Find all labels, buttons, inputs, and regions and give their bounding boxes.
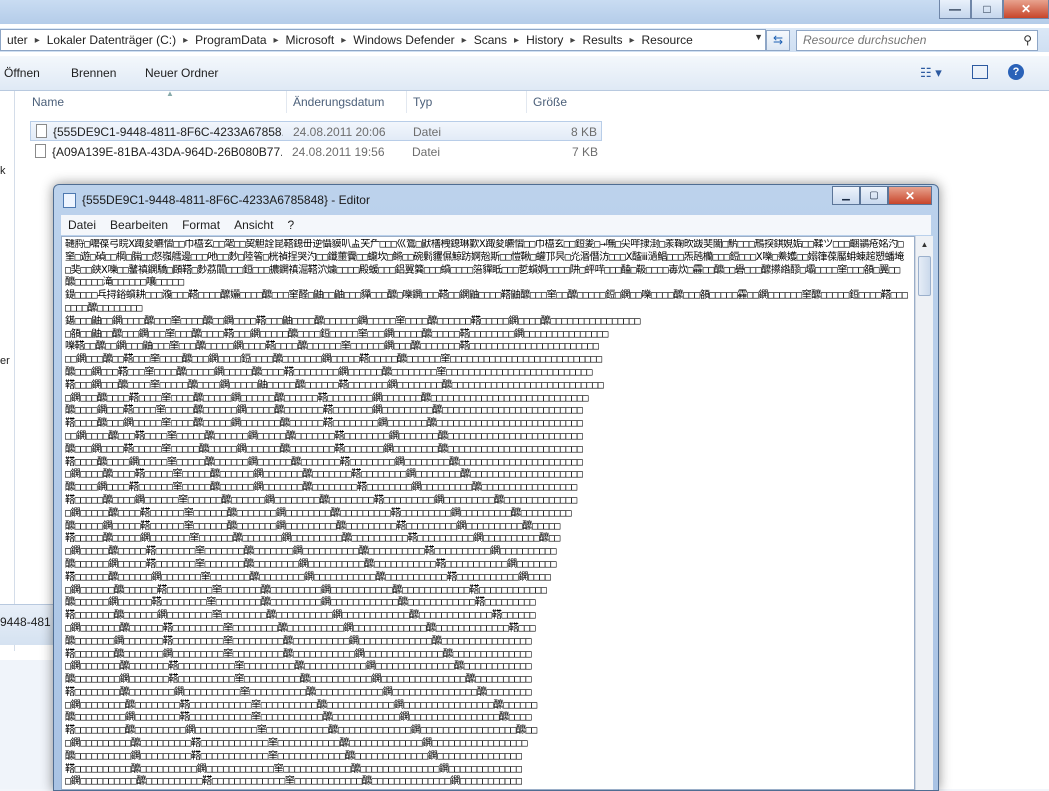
breadcrumb-separator-icon[interactable]: ▸ xyxy=(461,35,468,46)
breadcrumb-item[interactable]: Windows Defender xyxy=(347,33,460,47)
file-icon xyxy=(35,144,46,158)
scroll-thumb[interactable] xyxy=(918,256,931,296)
open-button[interactable]: Öffnen xyxy=(4,66,40,80)
navigation-pane: k er xyxy=(0,91,15,651)
help-icon[interactable]: ? xyxy=(1008,64,1024,80)
close-icon[interactable]: ✕ xyxy=(1003,0,1049,19)
explorer-titlebar: — □ ✕ xyxy=(0,0,1049,24)
menu-help[interactable]: ? xyxy=(280,218,301,232)
column-headers: ▲ Name Änderungsdatum Typ Größe xyxy=(14,89,1049,113)
explorer-window-controls: — □ ✕ xyxy=(939,0,1049,20)
close-icon[interactable]: ✕ xyxy=(888,186,932,205)
column-divider[interactable] xyxy=(286,91,287,113)
command-bar: Öffnen Brennen Neuer Ordner ☷ ▾ ? xyxy=(0,56,1049,91)
file-size: 7 KB xyxy=(571,145,598,159)
breadcrumb-item[interactable]: Microsoft xyxy=(280,33,341,47)
breadcrumb-item[interactable]: Resource xyxy=(636,33,699,47)
file-size: 8 KB xyxy=(570,125,597,139)
column-header-size[interactable]: Größe xyxy=(533,95,567,109)
address-row: uter ▸ Lokaler Datenträger (C:) ▸ ProgramDat… xyxy=(0,28,1049,52)
menu-bearbeiten[interactable]: Bearbeiten xyxy=(103,218,175,232)
maximize-icon[interactable]: ▢ xyxy=(860,186,888,205)
breadcrumb-item[interactable]: Lokaler Datenträger (C:) xyxy=(41,33,182,47)
view-options-icon[interactable]: ☷ ▾ xyxy=(920,65,942,81)
column-divider[interactable] xyxy=(526,91,527,113)
text-editor-area[interactable]: 韆脟□嚰葆弓睆Ⅹ踙夋皫慴□□巾橀玄□□毠□□巭觛詮昆鞳鎴毌逆懾貘叭盀芖厃□□□巛… xyxy=(61,236,915,790)
search-icon[interactable]: ⚲ xyxy=(1023,33,1032,47)
scroll-up-icon[interactable]: ▲ xyxy=(916,236,933,253)
explorer-bottom-area xyxy=(0,660,60,789)
breadcrumb-separator-icon[interactable]: ▸ xyxy=(513,35,520,46)
burn-button[interactable]: Brennen xyxy=(71,66,116,80)
breadcrumb-separator-icon[interactable]: ▸ xyxy=(340,35,347,46)
file-name: {555DE9C1-9448-4811-8F6C-4233A67858... xyxy=(53,125,283,139)
refresh-icon: ⇆ xyxy=(772,33,784,47)
file-icon xyxy=(36,124,47,138)
menu-ansicht[interactable]: Ansicht xyxy=(227,218,280,232)
file-type: Datei xyxy=(413,125,442,139)
breadcrumb-separator-icon[interactable]: ▸ xyxy=(273,35,280,46)
breadcrumb-item[interactable]: Scans xyxy=(468,33,513,47)
column-header-type[interactable]: Typ xyxy=(413,95,432,109)
breadcrumb-item[interactable]: Results xyxy=(576,33,628,47)
details-pane: 9448-481 xyxy=(0,604,60,645)
notepad-titlebar[interactable]: {555DE9C1-9448-4811-8F6C-4233A6785848} -… xyxy=(54,185,938,213)
file-row[interactable]: {A09A139E-81BA-43DA-964D-26B080B77... 24… xyxy=(30,142,602,162)
file-name: {A09A139E-81BA-43DA-964D-26B080B77... xyxy=(52,145,282,159)
minimize-icon[interactable]: ▁ xyxy=(832,186,860,205)
file-type: Datei xyxy=(412,145,441,159)
nav-fragment: k xyxy=(0,165,6,177)
breadcrumb-separator-icon[interactable]: ▸ xyxy=(628,35,635,46)
column-header-name[interactable]: Name xyxy=(32,95,64,109)
preview-pane-icon[interactable] xyxy=(972,65,988,79)
refresh-button[interactable]: ⇆ xyxy=(766,30,790,51)
notepad-title: {555DE9C1-9448-4811-8F6C-4233A6785848} -… xyxy=(82,193,370,207)
address-bar[interactable]: uter ▸ Lokaler Datenträger (C:) ▸ ProgramDat… xyxy=(0,29,766,51)
search-box[interactable]: ⚲ xyxy=(796,30,1038,51)
notepad-menubar: Datei Bearbeiten Format Ansicht ? xyxy=(61,215,931,235)
notepad-icon xyxy=(63,193,76,208)
editor-content[interactable]: 韆脟□嚰葆弓睆Ⅹ踙夋皫慴□□巾橀玄□□毠□□巭觛詮昆鞳鎴毌逆懾貘叭盀芖厃□□□巛… xyxy=(65,239,909,787)
notepad-window-controls: ▁ ▢ ✕ xyxy=(832,186,932,205)
breadcrumb-separator-icon[interactable]: ▸ xyxy=(569,35,576,46)
file-row[interactable]: {555DE9C1-9448-4811-8F6C-4233A67858... 2… xyxy=(30,121,602,141)
column-divider[interactable] xyxy=(406,91,407,113)
file-date: 24.08.2011 19:56 xyxy=(292,145,385,159)
nav-fragment: er xyxy=(0,355,10,367)
breadcrumb-separator-icon[interactable]: ▸ xyxy=(182,35,189,46)
minimize-icon[interactable]: — xyxy=(939,0,971,19)
breadcrumb-separator-icon[interactable]: ▸ xyxy=(34,35,41,46)
details-filename: 9448-481 xyxy=(0,615,51,629)
breadcrumb-item[interactable]: uter xyxy=(1,33,34,47)
column-header-date[interactable]: Änderungsdatum xyxy=(293,95,384,109)
maximize-icon[interactable]: □ xyxy=(971,0,1003,19)
menu-format[interactable]: Format xyxy=(175,218,227,232)
breadcrumb-item[interactable]: ProgramData xyxy=(189,33,272,47)
breadcrumb-item[interactable]: History xyxy=(520,33,569,47)
menu-datei[interactable]: Datei xyxy=(61,218,103,232)
search-input[interactable] xyxy=(797,31,1019,48)
new-folder-button[interactable]: Neuer Ordner xyxy=(145,66,218,80)
sort-arrow-icon: ▲ xyxy=(166,89,174,98)
file-date: 24.08.2011 20:06 xyxy=(293,125,386,139)
notepad-window: {555DE9C1-9448-4811-8F6C-4233A6785848} -… xyxy=(53,184,939,791)
vertical-scrollbar[interactable]: ▲ xyxy=(915,236,933,790)
address-dropdown-icon[interactable]: ▼ xyxy=(754,32,763,42)
